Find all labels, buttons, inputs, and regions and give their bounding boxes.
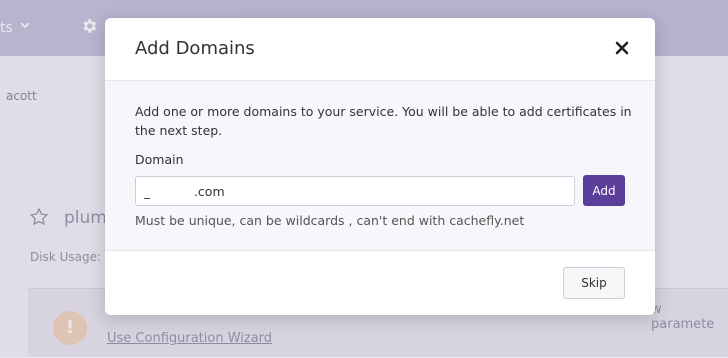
dialog-body: Add one or more domains to your service.…	[105, 81, 655, 251]
skip-button[interactable]: Skip	[563, 267, 625, 299]
domain-input[interactable]	[135, 176, 575, 206]
add-domain-button[interactable]: Add	[583, 175, 625, 206]
dialog-footer: Skip	[105, 251, 655, 315]
dialog-description: Add one or more domains to your service.…	[135, 104, 632, 138]
domain-hint: Must be unique, can be wildcards , can't…	[135, 213, 525, 228]
dialog-title: Add Domains	[135, 38, 255, 59]
domain-label: Domain	[135, 152, 184, 167]
add-domains-dialog: Add Domains Add one or more domains to y…	[105, 18, 655, 315]
close-icon[interactable]	[611, 37, 633, 59]
dialog-header: Add Domains	[105, 18, 655, 81]
